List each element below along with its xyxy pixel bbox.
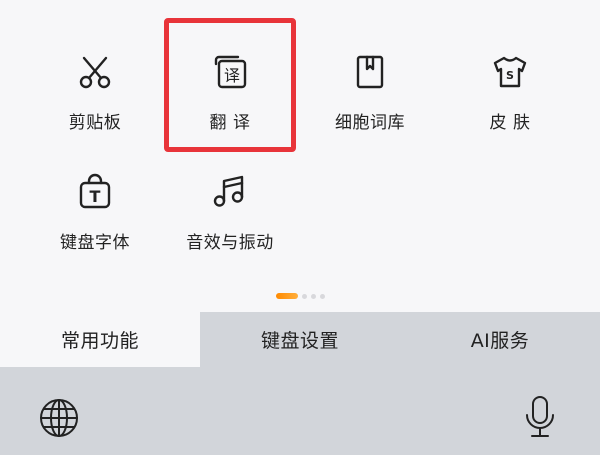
- page-indicator-dot: [319, 293, 325, 299]
- page-indicator-dot: [301, 293, 307, 299]
- sound-vibration-button[interactable]: 音效与振动: [165, 150, 295, 260]
- page-indicator: [0, 293, 600, 299]
- music-note-icon: [208, 170, 252, 214]
- tshirt-icon: S: [488, 50, 532, 94]
- translate-highlight-box: [164, 18, 296, 152]
- cell-dictionary-label: 细胞词库: [335, 113, 405, 133]
- page-indicator-active: [275, 293, 298, 299]
- tab-common-functions[interactable]: 常用功能: [0, 312, 200, 367]
- toolbox-panel: 剪贴板 译 翻 译 细胞词库 S 皮 肤 T 键盘字体 音效与振动: [0, 0, 600, 312]
- keyboard-font-button[interactable]: T 键盘字体: [30, 150, 160, 260]
- tab-keyboard-settings[interactable]: 键盘设置: [200, 312, 400, 367]
- category-tabs: 常用功能 键盘设置 AI服务: [0, 312, 600, 367]
- cell-dictionary-button[interactable]: 细胞词库: [305, 30, 435, 140]
- tab-ai-services[interactable]: AI服务: [400, 312, 600, 367]
- svg-text:T: T: [90, 187, 101, 206]
- skin-button[interactable]: S 皮 肤: [445, 30, 575, 140]
- clipboard-label: 剪贴板: [68, 113, 122, 133]
- page-indicator-dot: [310, 293, 316, 299]
- microphone-icon[interactable]: [522, 394, 558, 440]
- svg-text:S: S: [506, 69, 514, 82]
- sound-vibration-label: 音效与振动: [186, 233, 274, 253]
- skin-label: 皮 肤: [489, 113, 531, 133]
- globe-icon[interactable]: [38, 397, 80, 439]
- scissors-icon: [73, 50, 117, 94]
- keyboard-bottom-bar: [0, 367, 600, 455]
- keyboard-font-label: 键盘字体: [60, 233, 130, 253]
- bookmark-book-icon: [348, 50, 392, 94]
- font-bag-icon: T: [73, 170, 117, 214]
- clipboard-button[interactable]: 剪贴板: [30, 30, 160, 140]
